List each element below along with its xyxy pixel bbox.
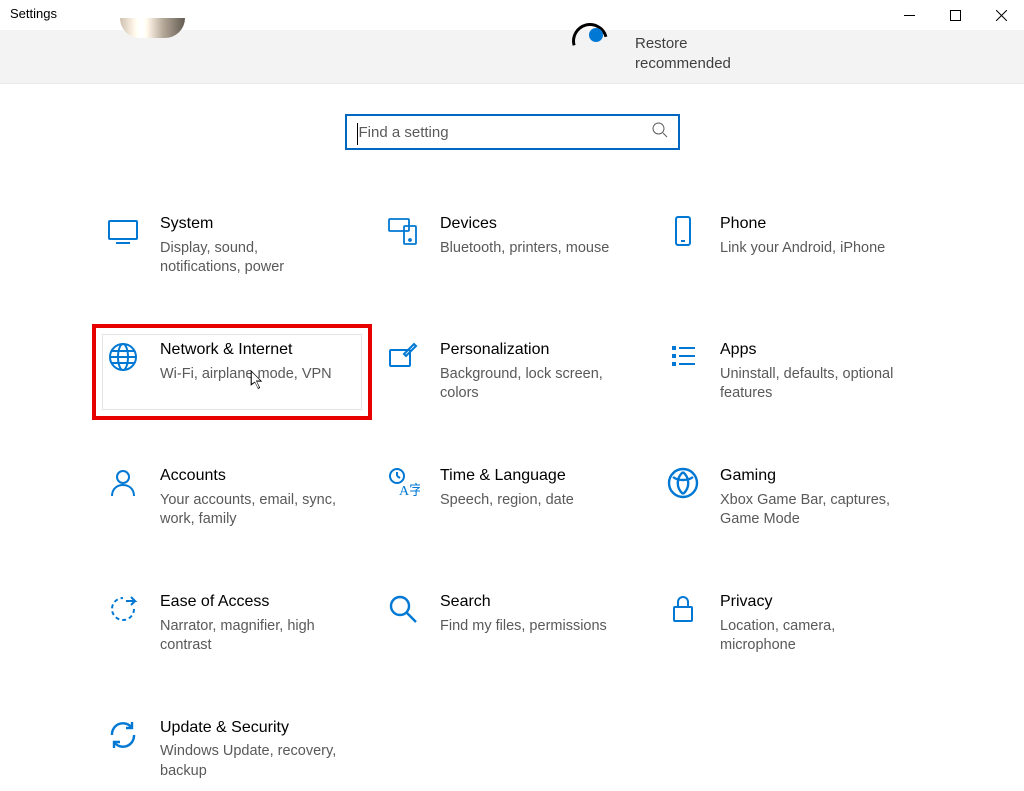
search-icon: [652, 122, 668, 143]
minimize-button[interactable]: [886, 0, 932, 30]
restore-line1: Restore: [635, 34, 731, 54]
tile-privacy[interactable]: Privacy Location, camera, microphone: [662, 586, 922, 662]
tile-desc: Bluetooth, printers, mouse: [440, 239, 609, 259]
globe-icon: [106, 340, 140, 374]
windows-update-icon: [572, 23, 608, 59]
privacy-icon: [666, 592, 700, 626]
tile-desc: Background, lock screen, colors: [440, 365, 620, 404]
tile-desc: Display, sound, notifications, power: [160, 239, 340, 278]
header-band: Restore recommended: [0, 30, 1024, 84]
tile-desc: Speech, region, date: [440, 491, 574, 511]
accounts-icon: [106, 466, 140, 500]
tile-apps[interactable]: Apps Uninstall, defaults, optional featu…: [662, 334, 922, 410]
search-input[interactable]: [357, 123, 652, 142]
tile-desc: Location, camera, microphone: [720, 617, 900, 656]
time-language-icon: A字: [386, 466, 420, 500]
phone-icon: [666, 214, 700, 248]
tile-title: System: [160, 214, 340, 235]
tile-desc: Uninstall, defaults, optional features: [720, 365, 900, 404]
system-icon: [106, 214, 140, 248]
personalization-icon: [386, 340, 420, 374]
tile-title: Devices: [440, 214, 609, 235]
tile-desc: Link your Android, iPhone: [720, 239, 885, 259]
tile-network-internet[interactable]: Network & Internet Wi-Fi, airplane mode,…: [102, 334, 362, 410]
tile-time-language[interactable]: A字 Time & Language Speech, region, date: [382, 460, 642, 536]
window-controls: [886, 0, 1024, 30]
tile-system[interactable]: System Display, sound, notifications, po…: [102, 208, 362, 284]
tile-desc: Find my files, permissions: [440, 617, 607, 637]
devices-icon: [386, 214, 420, 248]
update-security-icon: [106, 718, 140, 752]
tile-accounts[interactable]: Accounts Your accounts, email, sync, wor…: [102, 460, 362, 536]
tile-title: Gaming: [720, 466, 900, 487]
tile-title: Personalization: [440, 340, 620, 361]
svg-text:A字: A字: [399, 483, 420, 499]
tile-desc: Xbox Game Bar, captures, Game Mode: [720, 491, 900, 530]
apps-icon: [666, 340, 700, 374]
window-title: Settings: [10, 0, 57, 21]
search-category-icon: [386, 592, 420, 626]
tile-title: Privacy: [720, 592, 900, 613]
tile-devices[interactable]: Devices Bluetooth, printers, mouse: [382, 208, 642, 284]
tile-desc: Narrator, magnifier, high contrast: [160, 617, 340, 656]
tile-desc: Your accounts, email, sync, work, family: [160, 491, 340, 530]
text-caret: [357, 123, 358, 145]
tile-title: Ease of Access: [160, 592, 340, 613]
tile-search[interactable]: Search Find my files, permissions: [382, 586, 642, 662]
settings-grid: System Display, sound, notifications, po…: [102, 208, 922, 788]
restore-recommended-label[interactable]: Restore recommended: [635, 34, 731, 73]
tile-personalization[interactable]: Personalization Background, lock screen,…: [382, 334, 642, 410]
restore-line2: recommended: [635, 54, 731, 74]
ease-of-access-icon: [106, 592, 140, 626]
tile-update-security[interactable]: Update & Security Windows Update, recove…: [102, 712, 362, 788]
tile-title: Apps: [720, 340, 900, 361]
tile-title: Phone: [720, 214, 885, 235]
tile-desc: Wi-Fi, airplane mode, VPN: [160, 365, 332, 385]
tile-title: Accounts: [160, 466, 340, 487]
maximize-button[interactable]: [932, 0, 978, 30]
close-button[interactable]: [978, 0, 1024, 30]
tile-ease-of-access[interactable]: Ease of Access Narrator, magnifier, high…: [102, 586, 362, 662]
tile-title: Search: [440, 592, 607, 613]
tile-title: Update & Security: [160, 718, 340, 739]
tile-phone[interactable]: Phone Link your Android, iPhone: [662, 208, 922, 284]
search-box[interactable]: [345, 114, 680, 150]
search-container: [0, 114, 1024, 150]
gaming-icon: [666, 466, 700, 500]
tile-gaming[interactable]: Gaming Xbox Game Bar, captures, Game Mod…: [662, 460, 922, 536]
tile-desc: Windows Update, recovery, backup: [160, 742, 340, 781]
tile-title: Time & Language: [440, 466, 574, 487]
tile-title: Network & Internet: [160, 340, 332, 361]
avatar: [120, 18, 185, 38]
